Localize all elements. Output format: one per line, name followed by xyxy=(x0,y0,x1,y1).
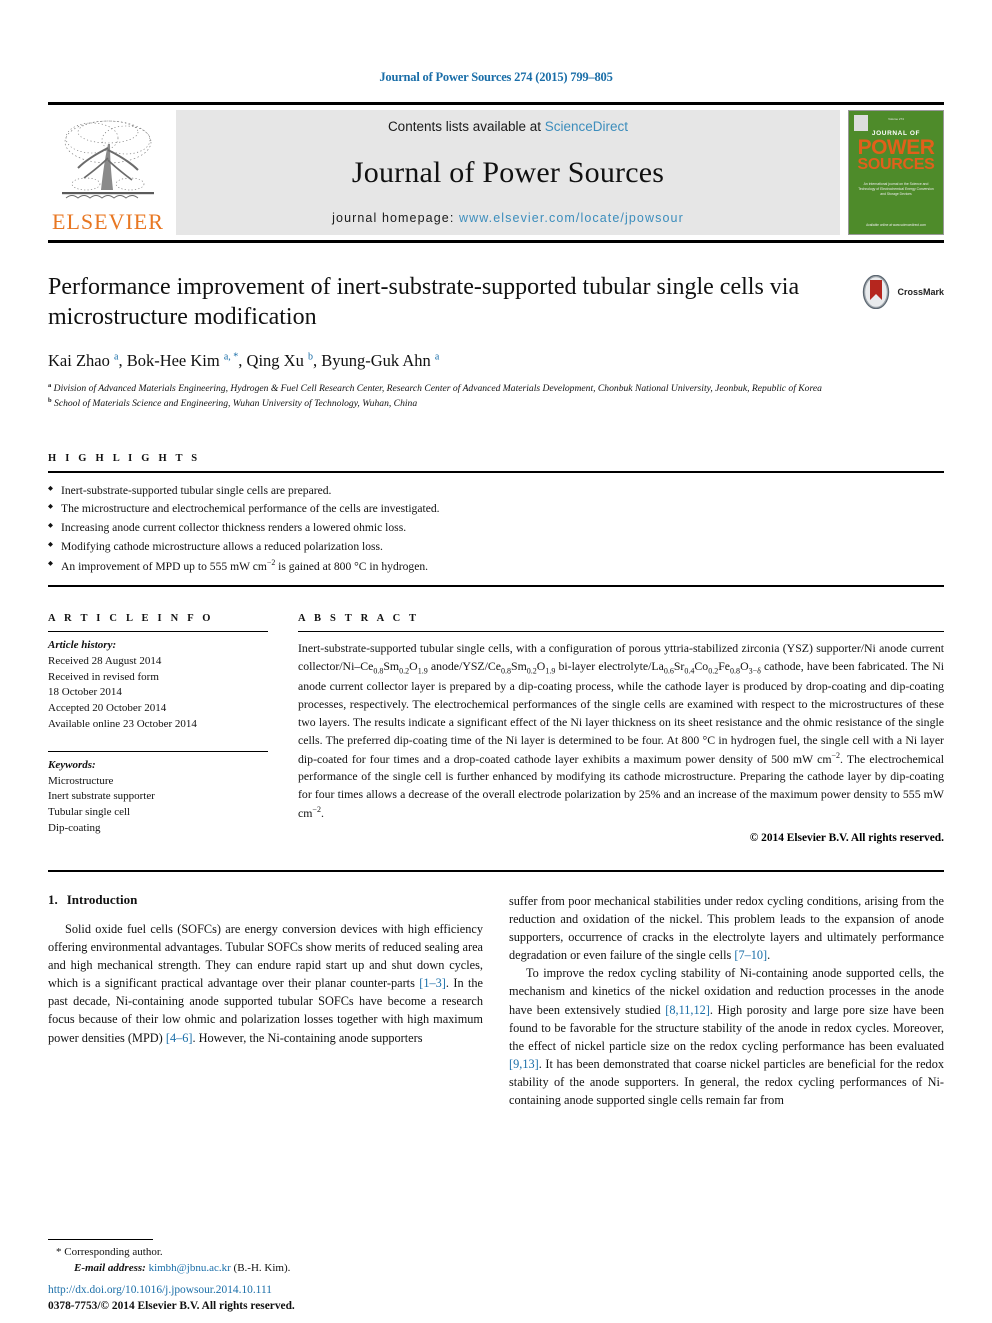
title-block: Performance improvement of inert-substra… xyxy=(48,273,944,411)
journal-title: Journal of Power Sources xyxy=(351,155,665,189)
section-number: 1. xyxy=(48,892,58,908)
article-info-label: A R T I C L E I N F O xyxy=(48,613,214,625)
history-line: Available online 23 October 2014 xyxy=(48,717,197,730)
history-line: Received 28 August 2014 xyxy=(48,655,162,668)
affiliation-a-text: Division of Advanced Materials Engineeri… xyxy=(53,382,822,394)
crossmark-icon xyxy=(863,275,890,309)
intro-paragraph-right-1: suffer from poor mechanical stabilities … xyxy=(509,894,944,963)
keyword-item: Inert substrate supporter xyxy=(48,790,155,803)
abstract-label: A B S T R A C T xyxy=(298,613,420,625)
crossmark-badge[interactable]: CrossMark xyxy=(859,275,944,309)
email-line: E-mail address: kimbh@jbnu.ac.kr (B.-H. … xyxy=(48,1261,478,1277)
affiliation-a: a Division of Advanced Materials Enginee… xyxy=(48,381,822,394)
contents-available-line: Contents lists available at ScienceDirec… xyxy=(388,119,628,134)
highlight-item: Modifying cathode microstructure allows … xyxy=(48,538,944,557)
masthead-center-panel: Contents lists available at ScienceDirec… xyxy=(176,110,840,235)
affiliation-b: b School of Materials Science and Engine… xyxy=(48,396,418,409)
email-owner: (B.-H. Kim). xyxy=(233,1262,291,1275)
abstract-column: A B S T R A C T Inert-substrate-supporte… xyxy=(298,613,944,844)
cover-power-text: POWER xyxy=(857,136,935,159)
keyword-item: Microstructure xyxy=(48,774,114,787)
page-title: Performance improvement of inert-substra… xyxy=(48,274,800,330)
body-columns: 1. Introduction Solid oxide fuel cells (S… xyxy=(48,892,944,1109)
doi-link[interactable]: http://dx.doi.org/10.1016/j.jpowsour.201… xyxy=(48,1282,295,1299)
highlights-list: Inert-substrate-supported tubular single… xyxy=(48,473,944,586)
journal-masthead: ELSEVIER Contents lists available at Sci… xyxy=(48,102,944,243)
section-title: Introduction xyxy=(66,892,138,908)
corresponding-author-line: * Corresponding author. xyxy=(48,1245,478,1261)
email-link[interactable]: kimbh@jbnu.ac.kr xyxy=(149,1262,231,1274)
copyright-line: © 2014 Elsevier B.V. All rights reserved… xyxy=(749,832,944,845)
elsevier-wordmark: ELSEVIER xyxy=(52,209,164,234)
homepage-url-link[interactable]: www.elsevier.com/locate/jpowsour xyxy=(459,211,684,225)
journal-homepage-line: journal homepage: www.elsevier.com/locat… xyxy=(332,211,684,225)
abstract-text: Inert-substrate-supported tubular single… xyxy=(298,641,944,821)
info-abstract-section: A R T I C L E I N F O Article history: R… xyxy=(48,613,944,844)
homepage-prefix: journal homepage: xyxy=(332,211,459,225)
article-history-label: Article history: xyxy=(48,639,117,652)
body-column-right: suffer from poor mechanical stabilities … xyxy=(509,892,944,1109)
highlight-item: Increasing anode current collector thick… xyxy=(48,519,944,538)
corresponding-author-star: * xyxy=(56,1246,62,1259)
issn-copyright-line: 0378-7753/© 2014 Elsevier B.V. All right… xyxy=(48,1300,295,1313)
cover-sources-text: SOURCES xyxy=(857,156,935,174)
intro-paragraph-left: Solid oxide fuel cells (SOFCs) are energ… xyxy=(48,922,483,1045)
section-heading-introduction: 1. Introduction xyxy=(48,892,483,908)
highlights-rule-bottom xyxy=(48,585,944,588)
keywords-block: Keywords: Microstructure Inert substrate… xyxy=(48,744,268,836)
crossmark-label: CrossMark xyxy=(897,287,944,297)
keyword-item: Tubular single cell xyxy=(48,805,131,818)
highlight-item: The microstructure and electrochemical p… xyxy=(48,500,944,519)
cover-footer-text: Available online at www.sciencedirect.co… xyxy=(866,222,926,227)
highlight-item: Inert-substrate-supported tubular single… xyxy=(48,482,944,501)
contents-prefix: Contents lists available at xyxy=(387,119,545,134)
affiliations: a Division of Advanced Materials Enginee… xyxy=(48,381,944,411)
keywords-label: Keywords: xyxy=(48,759,96,772)
footnote-block: * Corresponding author. E-mail address: … xyxy=(48,1239,478,1277)
body-separator-rule xyxy=(48,870,944,873)
journal-article-page: Journal of Power Sources 274 (2015) 799–… xyxy=(0,0,992,1323)
elsevier-logo: ELSEVIER xyxy=(48,110,168,235)
doi-block: http://dx.doi.org/10.1016/j.jpowsour.201… xyxy=(48,1282,295,1315)
author-list: Kai Zhao a, Bok-Hee Kim a, *, Qing Xu b,… xyxy=(48,350,440,370)
highlight-item: An improvement of MPD up to 555 mW cm−2 … xyxy=(48,557,944,577)
intro-paragraph-right-2: To improve the redox cycling stability o… xyxy=(509,966,944,1107)
keyword-item: Dip-coating xyxy=(48,821,101,834)
footnote-rule xyxy=(48,1239,153,1241)
affiliation-b-text: School of Materials Science and Engineer… xyxy=(54,397,418,409)
corresponding-author-label: Corresponding author. xyxy=(64,1246,163,1259)
history-line: Received in revised form xyxy=(48,670,159,683)
article-info-column: A R T I C L E I N F O Article history: R… xyxy=(48,613,268,844)
cover-description-text: An international journal on the Science … xyxy=(858,181,934,196)
sciencedirect-link[interactable]: ScienceDirect xyxy=(545,119,628,134)
history-line: Accepted 20 October 2014 xyxy=(48,701,167,714)
highlights-label: H I G H L I G H T S xyxy=(48,452,201,464)
history-line: 18 October 2014 xyxy=(48,686,122,699)
highlights-section: H I G H L I G H T S Inert-substrate-supp… xyxy=(48,453,944,588)
cover-corner-block xyxy=(854,115,868,131)
cover-volume-text: Volume 274 xyxy=(888,117,904,121)
elsevier-tree-icon xyxy=(62,120,154,199)
body-column-left: 1. Introduction Solid oxide fuel cells (S… xyxy=(48,892,483,1109)
running-head: Journal of Power Sources 274 (2015) 799–… xyxy=(379,70,613,84)
article-history-block: Article history: Received 28 August 2014… xyxy=(48,632,268,732)
email-label: E-mail address: xyxy=(74,1262,146,1275)
journal-cover-thumbnail: Volume 274 JOURNAL OF POWER SOURCES An i… xyxy=(848,110,944,235)
